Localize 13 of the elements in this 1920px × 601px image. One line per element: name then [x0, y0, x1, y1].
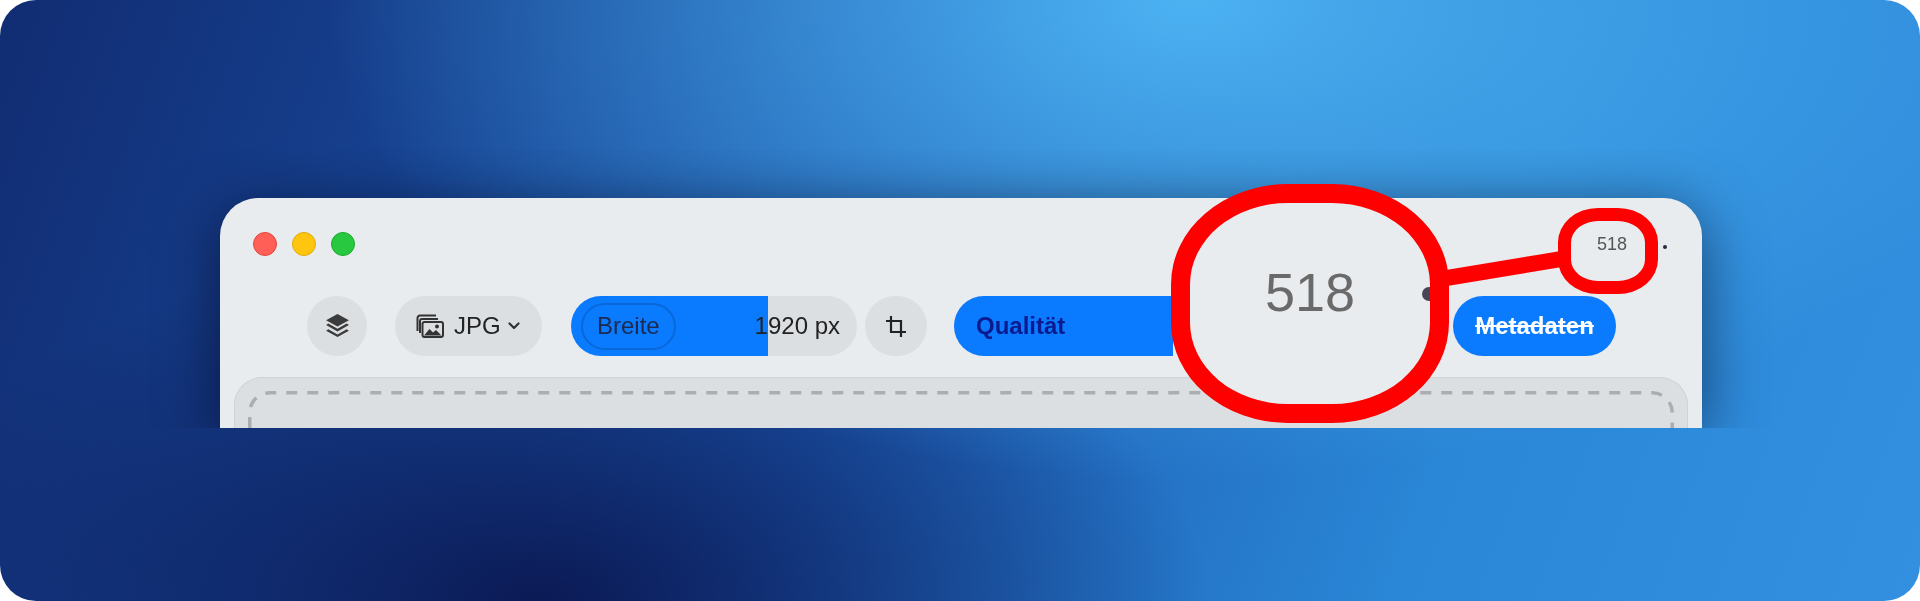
crop-icon — [886, 315, 906, 337]
slider-label: Breite — [581, 302, 676, 350]
slider-label: Qualität — [976, 311, 1066, 341]
format-dropdown[interactable]: JPG — [395, 296, 542, 356]
magnified-counter: 518 — [1264, 264, 1356, 319]
photos-icon — [416, 314, 444, 338]
metadata-button[interactable]: Metadaten — [1453, 296, 1616, 356]
chevron-down-icon — [507, 322, 520, 330]
layers-icon — [324, 312, 350, 340]
close-button[interactable] — [253, 232, 277, 256]
counter-text: 518 — [1596, 233, 1627, 256]
minimize-button[interactable] — [292, 232, 316, 256]
zoom-button[interactable] — [331, 232, 355, 256]
